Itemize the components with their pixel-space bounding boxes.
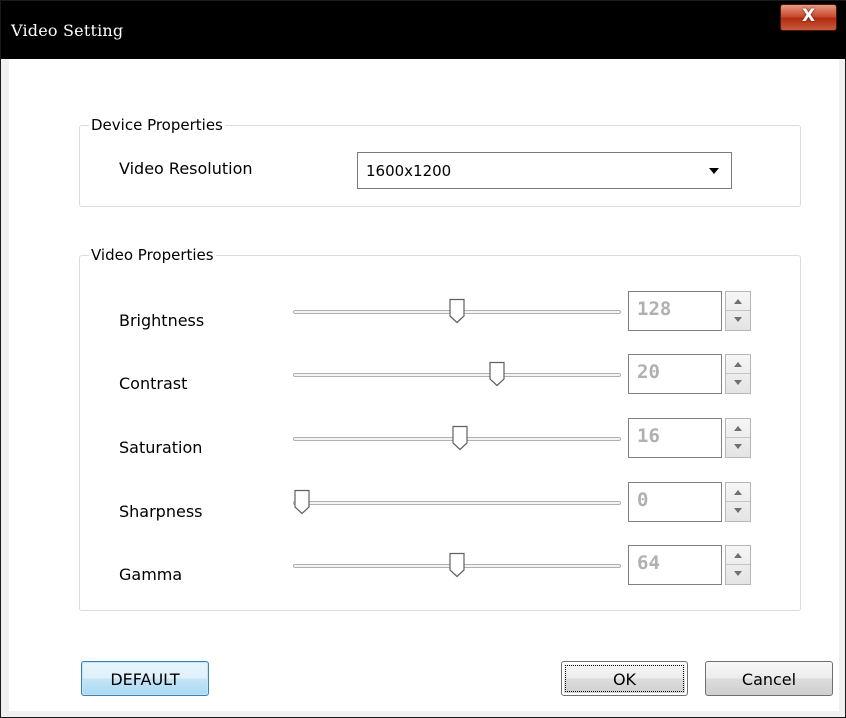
gamma-slider[interactable]: [293, 552, 621, 578]
device-properties-caption: Device Properties: [89, 116, 225, 134]
contrast-spinner: [725, 354, 751, 394]
gamma-slider-thumb[interactable]: [448, 552, 466, 578]
saturation-slider[interactable]: [293, 425, 621, 451]
gamma-increment-icon[interactable]: [726, 546, 750, 565]
contrast-slider-track: [293, 373, 621, 377]
video-resolution-value: 1600x1200: [366, 162, 452, 180]
video-resolution-dropdown[interactable]: 1600x1200: [357, 152, 732, 189]
sharpness-value: 0: [637, 489, 649, 511]
brightness-slider[interactable]: [293, 298, 621, 324]
sharpness-increment-icon[interactable]: [726, 483, 750, 502]
sharpness-slider-track: [293, 501, 621, 505]
ok-button[interactable]: OK: [561, 661, 688, 696]
video-resolution-label: Video Resolution: [119, 159, 253, 178]
sharpness-decrement-icon[interactable]: [726, 502, 750, 521]
saturation-value-box[interactable]: 16: [628, 418, 722, 458]
gamma-spinner: [725, 545, 751, 585]
saturation-slider-thumb[interactable]: [451, 425, 469, 451]
brightness-value: 128: [637, 298, 672, 320]
cancel-button-label: Cancel: [741, 670, 797, 689]
contrast-increment-icon[interactable]: [726, 355, 750, 374]
sharpness-label: Sharpness: [119, 502, 203, 521]
saturation-decrement-icon[interactable]: [726, 438, 750, 457]
sharpness-slider-thumb[interactable]: [293, 489, 311, 515]
dialog-body: Device Properties Video Resolution 1600x…: [9, 59, 839, 711]
saturation-value: 16: [637, 425, 660, 447]
default-button[interactable]: DEFAULT: [81, 661, 209, 696]
brightness-label: Brightness: [119, 311, 205, 330]
ok-button-label: OK: [612, 670, 637, 689]
gamma-label: Gamma: [119, 565, 183, 584]
saturation-spinner: [725, 418, 751, 458]
contrast-decrement-icon[interactable]: [726, 374, 750, 393]
brightness-decrement-icon[interactable]: [726, 311, 750, 330]
gamma-value-box[interactable]: 64: [628, 545, 722, 585]
brightness-spinner: [725, 291, 751, 331]
video-properties-caption: Video Properties: [89, 246, 216, 264]
gamma-value: 64: [637, 552, 660, 574]
title-bar[interactable]: Video Setting X: [1, 1, 846, 59]
brightness-slider-thumb[interactable]: [448, 298, 466, 324]
contrast-label: Contrast: [119, 374, 188, 393]
contrast-slider[interactable]: [293, 361, 621, 387]
video-setting-dialog: Video Setting X Device Properties Video …: [0, 0, 846, 718]
window-title: Video Setting: [11, 21, 124, 40]
chevron-down-icon: [709, 168, 719, 174]
contrast-slider-thumb[interactable]: [488, 361, 506, 387]
brightness-value-box[interactable]: 128: [628, 291, 722, 331]
close-button[interactable]: X: [780, 4, 837, 31]
sharpness-slider[interactable]: [293, 489, 621, 515]
saturation-label: Saturation: [119, 438, 203, 457]
cancel-button[interactable]: Cancel: [705, 661, 833, 696]
sharpness-spinner: [725, 482, 751, 522]
default-button-label: DEFAULT: [110, 670, 180, 689]
contrast-value: 20: [637, 361, 660, 383]
sharpness-value-box[interactable]: 0: [628, 482, 722, 522]
brightness-increment-icon[interactable]: [726, 292, 750, 311]
contrast-value-box[interactable]: 20: [628, 354, 722, 394]
close-icon: X: [801, 6, 816, 26]
gamma-decrement-icon[interactable]: [726, 565, 750, 584]
saturation-increment-icon[interactable]: [726, 419, 750, 438]
